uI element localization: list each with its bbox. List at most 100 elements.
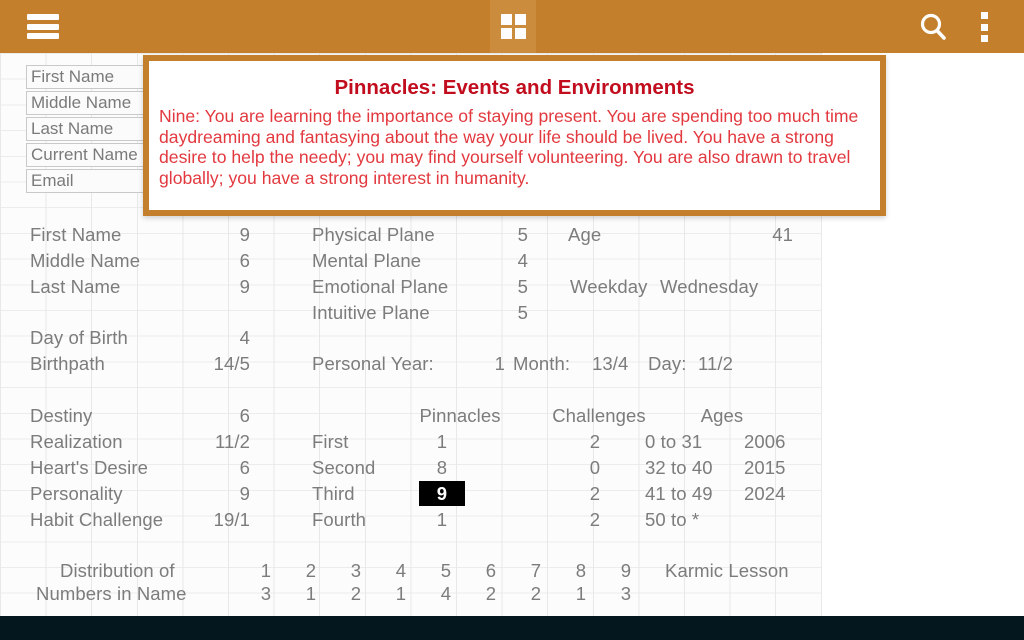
label-personal-month: Month: <box>513 353 571 374</box>
row-label-habit-challenge: Habit Challenge <box>30 509 164 530</box>
header-ages: Ages <box>700 405 744 426</box>
hamburger-menu-icon[interactable] <box>27 14 59 39</box>
app-root: First Name Middle Name Last Name Current… <box>0 0 1024 640</box>
hamburger-bar <box>27 23 59 30</box>
value-hearts-desire: 6 <box>239 457 250 478</box>
ages-range-third: 41 to 49 <box>645 483 713 504</box>
menu-dot <box>980 35 988 42</box>
pinnacle-ordinal-second: Second <box>312 457 376 478</box>
row-label-weekday: Weekday <box>570 276 648 297</box>
row-label-birthpath: Birthpath <box>30 353 105 374</box>
current-name-input[interactable]: Current Name <box>26 143 146 167</box>
value-first-name: 9 <box>239 224 250 245</box>
search-icon[interactable] <box>912 10 956 44</box>
distribution-count: 2 <box>530 583 542 604</box>
grid-square <box>514 14 526 25</box>
search-glyph <box>920 13 946 40</box>
distribution-count: 3 <box>620 583 632 604</box>
distribution-label-line1: Distribution of <box>60 560 175 581</box>
distribution-digit: 7 <box>530 560 542 581</box>
row-label-realization: Realization <box>30 431 123 452</box>
row-label-physical-plane: Physical Plane <box>312 224 435 245</box>
system-navigation-bar <box>0 616 1024 640</box>
distribution-count: 2 <box>485 583 497 604</box>
ages-year-second: 2015 <box>744 457 786 478</box>
value-middle-name: 6 <box>239 250 250 271</box>
ages-range-first: 0 to 31 <box>645 431 703 452</box>
value-emotional-plane: 5 <box>517 276 528 297</box>
app-bar <box>0 0 1024 53</box>
grid-square <box>514 28 526 39</box>
pinnacles-info-dialog[interactable]: Pinnacles: Events and Environments Nine:… <box>143 55 886 216</box>
distribution-digit: 4 <box>395 560 407 581</box>
grid-apps-icon[interactable] <box>490 0 536 53</box>
ages-range-fourth: 50 to * <box>645 509 700 530</box>
value-personal-year: 1 <box>494 353 505 374</box>
hamburger-bar <box>27 14 59 20</box>
grid-square <box>500 14 512 25</box>
row-label-destiny: Destiny <box>30 405 93 426</box>
pinnacle-ordinal-first: First <box>312 431 349 452</box>
distribution-digit: 5 <box>440 560 452 581</box>
distribution-digit: 2 <box>305 560 317 581</box>
last-name-input[interactable]: Last Name <box>26 117 146 141</box>
header-pinnacles: Pinnacles <box>419 405 501 426</box>
label-personal-day: Day: <box>648 353 687 374</box>
value-personal-month: 13/4 <box>592 353 629 374</box>
row-label-last-name: Last Name <box>30 276 121 297</box>
challenge-value-third: 2 <box>589 483 601 504</box>
distribution-count: 1 <box>575 583 587 604</box>
value-day-of-birth: 4 <box>239 327 250 348</box>
pinnacle-value-fourth[interactable]: 1 <box>420 509 464 531</box>
row-label-emotional-plane: Emotional Plane <box>312 276 449 297</box>
ages-year-third: 2024 <box>744 483 786 504</box>
distribution-count: 1 <box>305 583 317 604</box>
row-label-personality: Personality <box>30 483 123 504</box>
distribution-count: 1 <box>395 583 407 604</box>
row-label-intuitive-plane: Intuitive Plane <box>312 302 430 323</box>
dialog-body-text: Nine: You are learning the importance of… <box>159 106 859 188</box>
value-physical-plane: 5 <box>517 224 528 245</box>
pinnacle-value-second[interactable]: 8 <box>420 457 464 479</box>
value-realization: 11/2 <box>214 431 250 452</box>
menu-dot <box>980 23 988 31</box>
pinnacle-value-first[interactable]: 1 <box>420 431 464 453</box>
email-input[interactable]: Email <box>26 169 146 193</box>
pinnacle-value-third-selected[interactable]: 9 <box>419 481 465 506</box>
row-label-age: Age <box>568 224 602 245</box>
first-name-input[interactable]: First Name <box>26 65 146 89</box>
grid-square <box>500 28 512 39</box>
menu-dot <box>980 12 988 19</box>
grid-glyph <box>500 14 526 39</box>
row-label-middle-name: Middle Name <box>30 250 141 271</box>
distribution-digit: 8 <box>575 560 587 581</box>
row-label-hearts-desire: Heart's Desire <box>30 457 149 478</box>
value-personal-day: 11/2 <box>698 353 734 374</box>
value-birthpath: 14/5 <box>213 353 250 374</box>
hamburger-bar <box>27 33 59 39</box>
pinnacle-ordinal-third: Third <box>312 483 355 504</box>
value-personality: 9 <box>239 483 250 504</box>
challenge-value-second: 0 <box>589 457 601 478</box>
pinnacle-ordinal-fourth: Fourth <box>312 509 367 530</box>
distribution-digit: 6 <box>485 560 497 581</box>
value-age: 41 <box>772 224 793 245</box>
row-label-mental-plane: Mental Plane <box>312 250 422 271</box>
value-habit-challenge: 19/1 <box>213 509 250 530</box>
value-intuitive-plane: 5 <box>517 302 528 323</box>
row-label-day-of-birth: Day of Birth <box>30 327 128 348</box>
distribution-count: 2 <box>350 583 362 604</box>
distribution-count: 3 <box>260 583 272 604</box>
more-vertical-icon[interactable] <box>972 12 996 42</box>
value-mental-plane: 4 <box>517 250 528 271</box>
middle-name-input[interactable]: Middle Name <box>26 91 146 115</box>
distribution-digit: 3 <box>350 560 362 581</box>
distribution-digit: 1 <box>260 560 272 581</box>
ages-range-second: 32 to 40 <box>645 457 713 478</box>
label-personal-year: Personal Year: <box>312 353 434 374</box>
dialog-title: Pinnacles: Events and Environments <box>334 76 695 99</box>
distribution-count: 4 <box>440 583 452 604</box>
value-last-name: 9 <box>239 276 250 297</box>
header-challenges: Challenges <box>552 405 646 426</box>
distribution-label-line2: Numbers in Name <box>36 583 187 604</box>
